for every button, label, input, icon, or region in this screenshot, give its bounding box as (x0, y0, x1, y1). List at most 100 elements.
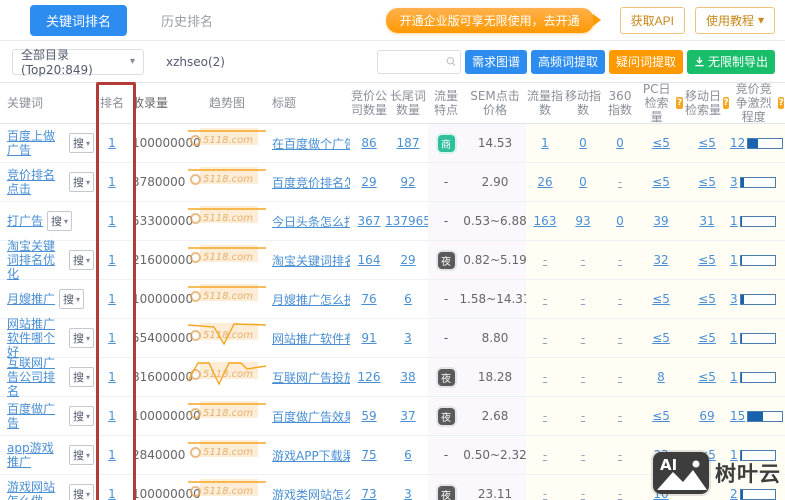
mobile-index-link[interactable]: - (581, 487, 585, 500)
longtail-link[interactable]: 38 (400, 370, 415, 384)
mobile-index-link[interactable]: 0 (579, 175, 587, 189)
longtail-link[interactable]: 3 (404, 487, 412, 500)
competition-value-link[interactable]: 3 (730, 175, 738, 189)
rank-link[interactable]: 1 (108, 370, 116, 384)
title-link[interactable]: 在百度做个广告... (272, 135, 350, 152)
rank-link[interactable]: 1 (108, 331, 116, 345)
bid-companies-link[interactable]: 76 (361, 292, 376, 306)
unlimited-export-button[interactable]: 无限制导出 (686, 49, 775, 74)
keyword-search-button[interactable]: 搜 ▾ (69, 133, 95, 153)
flow-index-link[interactable]: - (543, 448, 547, 462)
flow-index-link[interactable]: - (543, 370, 547, 384)
bid-companies-link[interactable]: 73 (361, 487, 376, 500)
title-link[interactable]: 百度竞价排名怎... (272, 174, 350, 191)
rank-link[interactable]: 1 (108, 136, 116, 150)
longtail-link[interactable]: 3 (404, 331, 412, 345)
longtail-link[interactable]: 37 (400, 409, 415, 423)
bid-companies-link[interactable]: 29 (361, 175, 376, 189)
keyword-search-button[interactable]: 搜 ▾ (69, 250, 95, 270)
keyword-link[interactable]: 互联网广告公司排名 (7, 356, 65, 398)
tab-keyword-ranking[interactable]: 关键词排名 (30, 4, 128, 36)
bid-companies-link[interactable]: 59 (361, 409, 376, 423)
mobile-index-link[interactable]: - (581, 409, 585, 423)
help-icon[interactable]: ? (676, 97, 683, 109)
rank-link[interactable]: 1 (108, 214, 116, 228)
longtail-link[interactable]: 187 (397, 136, 420, 150)
mobile-daily-link[interactable]: ≤5 (698, 136, 716, 150)
rank-link[interactable]: 1 (108, 292, 116, 306)
competition-value-link[interactable]: 1 (730, 331, 738, 345)
flow-index-link[interactable]: - (543, 331, 547, 345)
rank-link[interactable]: 1 (108, 487, 116, 500)
keyword-search-button[interactable]: 搜 ▾ (69, 172, 95, 192)
pc-daily-link[interactable]: 8 (657, 370, 665, 384)
rank-link[interactable]: 1 (108, 409, 116, 423)
pc-daily-link[interactable]: ≤5 (652, 136, 670, 150)
keyword-search-button[interactable]: 搜 ▾ (69, 445, 95, 465)
mobile-index-link[interactable]: 93 (575, 214, 590, 228)
mobile-daily-link[interactable]: ≤5 (698, 175, 716, 189)
pc-daily-link[interactable]: 32 (653, 253, 668, 267)
index-360-link[interactable]: - (618, 292, 622, 306)
mobile-daily-link[interactable]: ≤5 (698, 253, 716, 267)
keyword-link[interactable]: 网站推广软件哪个好 (7, 317, 65, 359)
bid-companies-link[interactable]: 367 (358, 214, 381, 228)
directory-select[interactable]: 全部目录(Top20:849) ▾ (12, 48, 144, 77)
title-link[interactable]: 互联网广告投放... (272, 369, 350, 386)
index-360-link[interactable]: - (618, 253, 622, 267)
index-360-link[interactable]: - (618, 409, 622, 423)
upgrade-banner[interactable]: 开通企业版可享无限使用，去开通 (385, 7, 601, 33)
longtail-link[interactable]: 6 (404, 292, 412, 306)
title-link[interactable]: 游戏类网站怎么... (272, 486, 350, 500)
pc-daily-link[interactable]: ≤5 (652, 292, 670, 306)
keyword-link[interactable]: 淘宝关键词排名优化 (7, 239, 65, 281)
search-input[interactable] (381, 53, 446, 70)
index-360-link[interactable]: 0 (616, 214, 624, 228)
keyword-search-button[interactable]: 搜 ▾ (69, 406, 95, 426)
competition-value-link[interactable]: 1 (730, 370, 738, 384)
help-icon[interactable]: ? (778, 97, 784, 109)
title-link[interactable]: 月嫂推广怎么投... (272, 291, 350, 308)
mobile-daily-link[interactable]: ≤5 (698, 370, 716, 384)
flow-index-link[interactable]: 26 (537, 175, 552, 189)
competition-value-link[interactable]: 1 (730, 253, 738, 267)
pc-daily-link[interactable]: ≤5 (652, 409, 670, 423)
index-360-link[interactable]: - (618, 487, 622, 500)
flow-index-link[interactable]: - (543, 409, 547, 423)
help-icon[interactable]: ? (723, 97, 729, 109)
index-360-link[interactable]: - (618, 448, 622, 462)
mobile-daily-link[interactable]: 69 (699, 409, 714, 423)
keyword-link[interactable]: 百度上做广告 (7, 129, 65, 157)
tab-history-ranking[interactable]: 历史排名 (161, 11, 213, 30)
flow-index-link[interactable]: 1 (541, 136, 549, 150)
flow-index-link[interactable]: - (543, 253, 547, 267)
keyword-search-button[interactable]: 搜 ▾ (69, 367, 95, 387)
index-360-link[interactable]: - (618, 175, 622, 189)
title-link[interactable]: 网站推广软件有... (272, 330, 350, 347)
get-api-button[interactable]: 获取API (619, 6, 685, 34)
bid-companies-link[interactable]: 164 (358, 253, 381, 267)
competition-value-link[interactable]: 15 (730, 409, 745, 423)
index-360-link[interactable]: - (618, 370, 622, 384)
demand-map-button[interactable]: 需求图谱 (464, 49, 527, 74)
longtail-link[interactable]: 137965 (385, 214, 431, 228)
keyword-search-button[interactable]: 搜 ▾ (47, 211, 73, 231)
keyword-link[interactable]: 百度做广告 (7, 402, 65, 430)
title-link[interactable]: 百度做广告效果... (272, 408, 350, 425)
rank-link[interactable]: 1 (108, 448, 116, 462)
pc-daily-link[interactable]: 39 (653, 214, 668, 228)
competition-value-link[interactable]: 3 (730, 292, 738, 306)
pc-daily-link[interactable]: ≤5 (652, 175, 670, 189)
keyword-link[interactable]: 月嫂推广 (7, 292, 55, 306)
mobile-index-link[interactable]: - (581, 331, 585, 345)
mobile-daily-link[interactable]: 31 (699, 214, 714, 228)
mobile-index-link[interactable]: - (581, 253, 585, 267)
bid-companies-link[interactable]: 126 (358, 370, 381, 384)
keyword-link[interactable]: 游戏网站怎么做 (7, 480, 65, 500)
bid-companies-link[interactable]: 75 (361, 448, 376, 462)
longtail-link[interactable]: 29 (400, 253, 415, 267)
competition-value-link[interactable]: 1 (730, 214, 738, 228)
title-link[interactable]: 今日头条怎么打... (272, 213, 350, 230)
tutorial-button[interactable]: 使用教程 ▾ (694, 6, 775, 34)
bid-companies-link[interactable]: 91 (361, 331, 376, 345)
